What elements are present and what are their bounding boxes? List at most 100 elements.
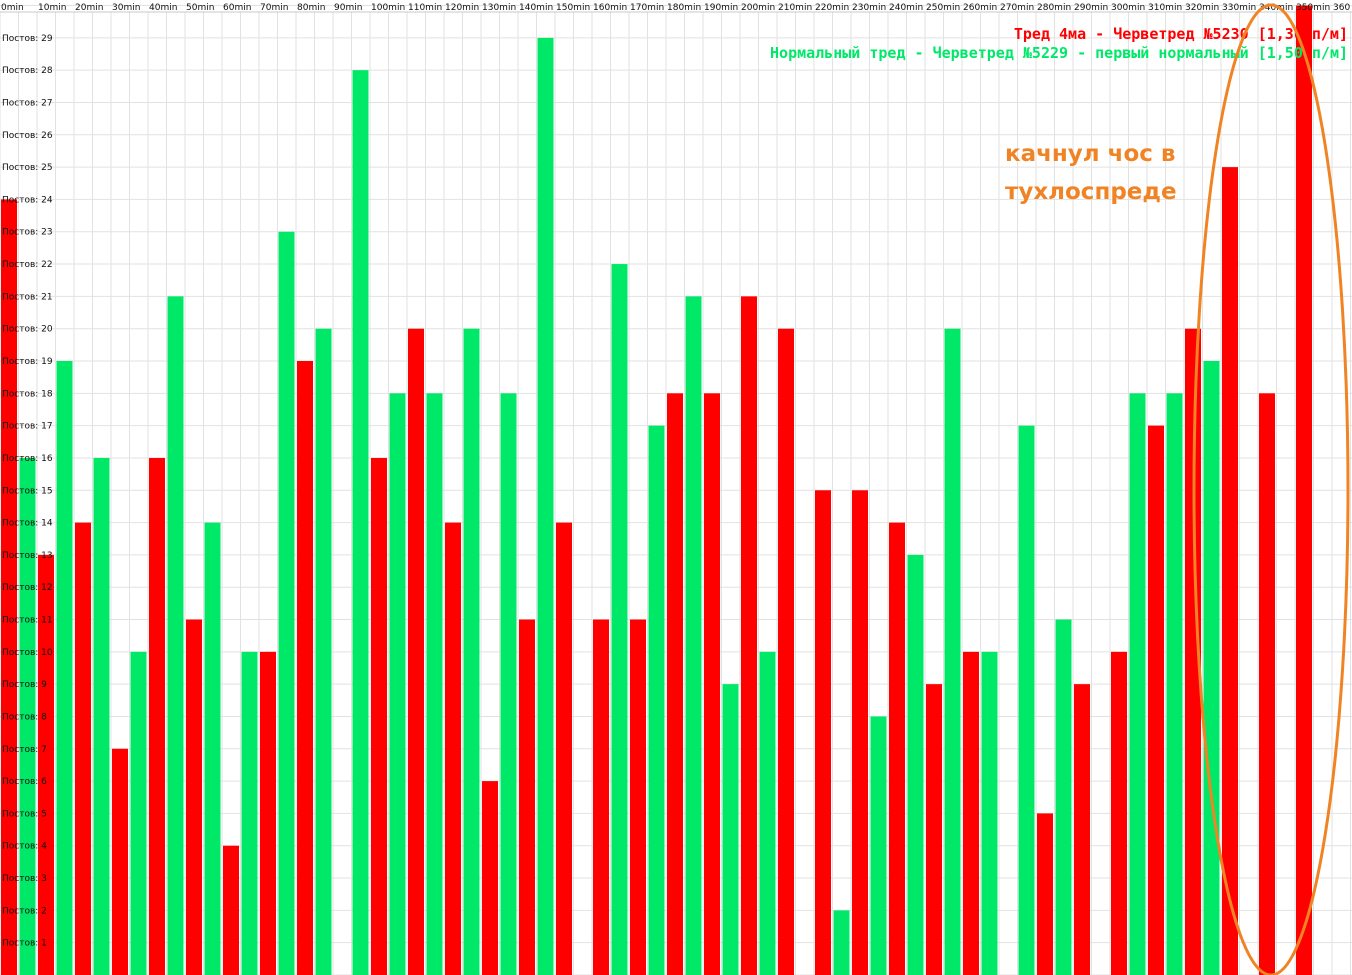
bar-series-0	[963, 651, 979, 975]
x-tick-label: 100min	[371, 3, 405, 13]
bar-series-1	[167, 296, 184, 975]
x-tick-label: 10min	[38, 3, 66, 13]
x-tick-label: 270min	[1000, 3, 1034, 13]
x-tick-label: 80min	[297, 3, 325, 13]
bar-series-1	[870, 716, 887, 975]
y-tick-label: Постов: 14	[2, 519, 53, 529]
x-tick-label: 280min	[1037, 3, 1071, 13]
bar-series-0	[149, 457, 165, 975]
bar-series-1	[944, 328, 961, 975]
y-tick-label: Постов: 6	[2, 777, 47, 787]
y-tick-label: Постов: 15	[2, 486, 53, 496]
y-tick-label: Постов: 29	[2, 34, 53, 44]
bar-series-0	[1222, 167, 1238, 975]
y-tick-label: Постов: 17	[2, 422, 53, 432]
x-tick-label: 90min	[334, 3, 362, 13]
x-tick-label: 120min	[445, 3, 479, 13]
y-tick-label: Постов: 12	[2, 583, 53, 593]
y-tick-label: Постов: 18	[2, 389, 53, 399]
x-tick-label: 260min	[963, 3, 997, 13]
bar-series-0	[593, 619, 609, 975]
bar-series-0	[667, 393, 683, 975]
x-tick-label: 40min	[149, 3, 177, 13]
x-tick-label: 230min	[852, 3, 886, 13]
bar-series-0	[556, 522, 572, 975]
bar-series-0	[186, 619, 202, 975]
y-tick-label: Постов: 9	[2, 680, 47, 690]
bar-series-0	[112, 748, 128, 975]
y-tick-label: Постов: 11	[2, 616, 53, 626]
x-tick-label: 70min	[260, 3, 288, 13]
bar-series-1	[278, 231, 295, 975]
bar-series-0	[889, 522, 905, 975]
y-tick-label: Постов: 1	[2, 939, 47, 949]
bar-series-1	[722, 684, 739, 975]
x-tick-label: 60min	[223, 3, 251, 13]
bar-series-0	[741, 296, 757, 975]
y-tick-label: Постов: 5	[2, 809, 47, 819]
bar-series-1	[204, 522, 221, 975]
bar-series-1	[648, 425, 665, 975]
x-tick-label: 200min	[741, 3, 775, 13]
bar-series-1	[759, 651, 776, 975]
x-tick-label: 20min	[75, 3, 103, 13]
x-axis-ticks: 0min 10min 20min 30min 40min 50min 60min 70min 8…	[1, 3, 1350, 13]
x-tick-label: 170min	[630, 3, 664, 13]
x-tick-label: 350min	[1296, 3, 1330, 13]
annotation-line-2: тухлоспреде	[1005, 179, 1177, 205]
x-tick-label: 290min	[1074, 3, 1108, 13]
x-tick-label: 150min	[556, 3, 590, 13]
bar-series-0	[408, 328, 424, 975]
bar-series-1	[463, 328, 480, 975]
y-tick-label: Постов: 24	[2, 195, 53, 205]
x-tick-label: 30min	[112, 3, 140, 13]
bar-series-0	[482, 781, 498, 975]
x-tick-label: 220min	[815, 3, 849, 13]
bar-series-1	[1129, 393, 1146, 975]
bar-series-1	[537, 37, 554, 975]
y-tick-label: Постов: 2	[2, 906, 47, 916]
bar-series-0	[1111, 651, 1127, 975]
bar-series-0	[1296, 5, 1312, 975]
bar-series-0	[852, 490, 868, 975]
bar-series-1	[1166, 393, 1183, 975]
y-tick-label: Постов: 3	[2, 874, 47, 884]
y-tick-label: Постов: 20	[2, 325, 53, 335]
bar-series-0	[1037, 813, 1053, 975]
x-tick-label: 250min	[926, 3, 960, 13]
x-tick-label: 190min	[704, 3, 738, 13]
x-tick-label: 320min	[1185, 3, 1219, 13]
y-axis-ticks: Постов: 1 Постов: 2 Постов: 3 Постов: 4 Пост…	[2, 34, 53, 949]
x-tick-label: 140min	[519, 3, 553, 13]
x-tick-label: 180min	[667, 3, 701, 13]
x-tick-label: 330min	[1222, 3, 1256, 13]
bar-series-0	[704, 393, 720, 975]
x-tick-label: 360	[1333, 3, 1350, 13]
y-tick-label: Постов: 21	[2, 292, 53, 302]
bar-series-1	[981, 651, 998, 975]
bar-series-1	[315, 328, 332, 975]
y-tick-label: Постов: 16	[2, 454, 53, 464]
y-tick-label: Постов: 25	[2, 163, 53, 173]
bar-series-1	[907, 554, 924, 975]
bar-series-1	[1055, 619, 1072, 975]
bar-series-0	[75, 522, 91, 975]
y-tick-label: Постов: 27	[2, 98, 53, 108]
bar-series-1	[611, 264, 628, 975]
bar-series-1	[685, 296, 702, 975]
bar-series-1	[93, 457, 110, 975]
y-tick-label: Постов: 26	[2, 131, 53, 141]
bar-series-1	[1203, 361, 1220, 975]
y-tick-label: Постов: 10	[2, 648, 53, 658]
bar-series-0	[815, 490, 831, 975]
bar-series-1	[1018, 425, 1035, 975]
bar-series-0	[445, 522, 461, 975]
x-tick-label: 130min	[482, 3, 516, 13]
x-tick-label: 160min	[593, 3, 627, 13]
bar-series-0	[371, 457, 387, 975]
bar-series-0	[519, 619, 535, 975]
y-tick-label: Постов: 28	[2, 66, 53, 76]
bar-series-0	[297, 361, 313, 975]
bar-series-1	[833, 910, 850, 975]
x-tick-label: 210min	[778, 3, 812, 13]
